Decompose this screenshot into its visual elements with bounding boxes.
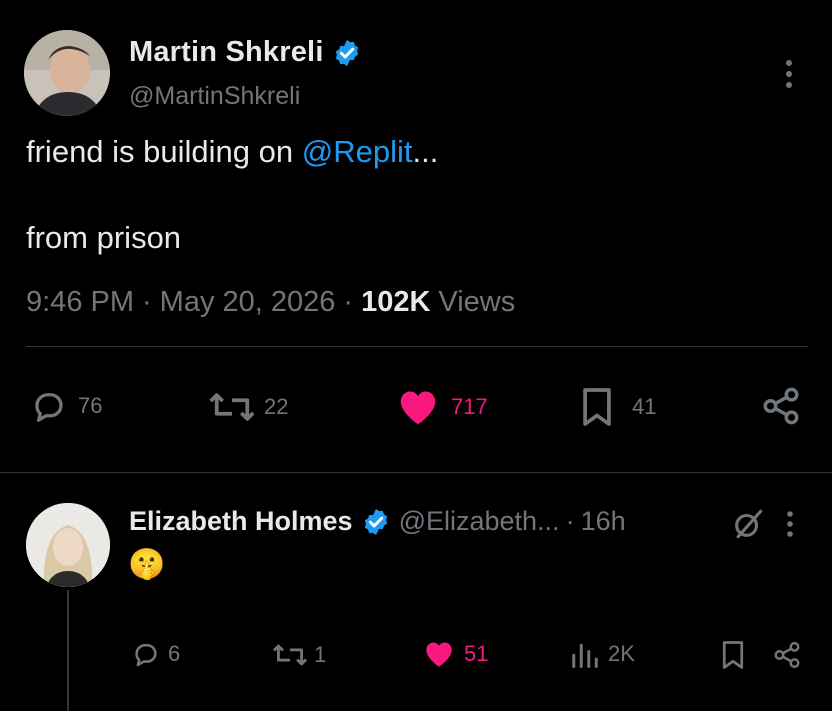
- reply-bookmark-icon: [722, 641, 744, 669]
- section-divider: [0, 472, 832, 473]
- retweet-count: 22: [264, 394, 289, 419]
- verified-badge-icon: [335, 39, 358, 66]
- reply-heart-filled-icon: [426, 642, 452, 667]
- reply-button[interactable]: 76: [30, 388, 102, 424]
- retweet-icon: [209, 393, 255, 421]
- reply-reply-icon: [135, 643, 157, 667]
- reply-reply-count: 6: [168, 641, 181, 666]
- thread-line: [67, 590, 69, 711]
- reply-retweet-button[interactable]: 1: [272, 642, 326, 668]
- reply-share-button[interactable]: [772, 640, 802, 670]
- avatar-photo: [24, 30, 110, 116]
- reply-avatar-photo: [26, 503, 110, 587]
- views-label: Views: [438, 286, 516, 318]
- views-count: 102K: [361, 286, 431, 318]
- like-button[interactable]: 717: [395, 388, 488, 426]
- like-count: 717: [451, 394, 488, 419]
- reply-age[interactable]: 16h: [581, 506, 626, 537]
- author-name[interactable]: Martin Shkreli: [129, 36, 324, 69]
- bookmark-count: 41: [632, 394, 657, 419]
- reply-retweet-count: 1: [314, 642, 327, 667]
- author-handle[interactable]: @MartinShkreli: [129, 82, 300, 111]
- reply-retweet-icon: [272, 644, 308, 666]
- bookmark-button[interactable]: 41: [580, 386, 656, 428]
- retweet-button[interactable]: 22: [208, 390, 288, 424]
- more-options-icon[interactable]: [783, 58, 795, 90]
- reply-verified-badge-icon: [364, 508, 387, 535]
- reply-like-count: 51: [464, 641, 489, 666]
- reply-count: 76: [78, 393, 103, 418]
- reply-more-options-icon[interactable]: [785, 510, 795, 538]
- share-icon: [763, 387, 799, 425]
- divider: [26, 346, 808, 347]
- tweet-text-suffix: ...: [412, 134, 439, 169]
- views-chart-icon: [572, 643, 598, 668]
- reply-share-icon: [774, 641, 800, 669]
- tweet-text-line1: friend is building on @Replit...: [26, 134, 438, 170]
- bookmark-icon: [583, 388, 611, 426]
- tweet-time[interactable]: 9:46 PM: [26, 286, 134, 319]
- tweet-text-prefix: friend is building on: [26, 134, 302, 169]
- reply-views-button[interactable]: 2K: [570, 640, 635, 668]
- reply-reply-button[interactable]: 6: [132, 640, 180, 668]
- reply-bookmark-button[interactable]: [720, 640, 746, 670]
- share-button[interactable]: [760, 385, 802, 427]
- reply-author-avatar[interactable]: [26, 503, 110, 587]
- heart-filled-icon: [400, 391, 436, 425]
- reply-author-name[interactable]: Elizabeth Holmes: [129, 506, 353, 537]
- tweet-date[interactable]: May 20, 2026: [160, 286, 336, 319]
- reply-like-button[interactable]: 51: [422, 640, 488, 668]
- tweet-metadata: 9:46 PM · May 20, 2026 · 102K Views: [26, 286, 516, 319]
- author-avatar[interactable]: [24, 30, 110, 116]
- tweet-text-line2: from prison: [26, 220, 182, 255]
- reply-text: 🤫: [128, 548, 166, 581]
- grok-icon[interactable]: [731, 507, 765, 541]
- reply-views-count: 2K: [608, 641, 635, 666]
- reply-author-handle[interactable]: @Elizabeth...: [399, 506, 560, 537]
- reply-icon: [35, 393, 63, 422]
- mention-link[interactable]: @Replit: [302, 134, 413, 169]
